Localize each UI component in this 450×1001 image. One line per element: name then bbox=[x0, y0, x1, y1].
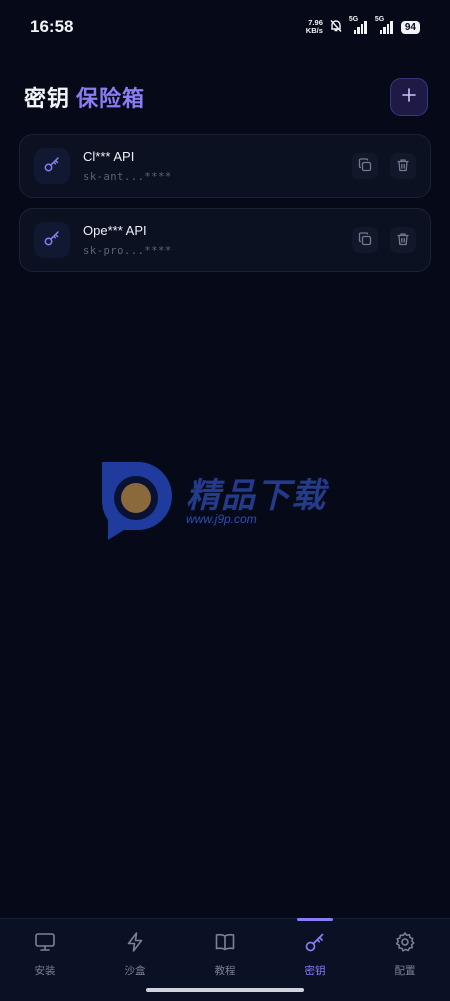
key-icon bbox=[43, 155, 61, 177]
key-actions bbox=[352, 227, 416, 253]
key-icon-box bbox=[34, 222, 70, 258]
nav-item-install[interactable]: 安装 bbox=[0, 919, 90, 1001]
key-name: Cl*** API bbox=[83, 149, 135, 164]
add-key-button[interactable] bbox=[390, 78, 428, 116]
key-info: Cl*** API sk-ant...**** bbox=[83, 149, 352, 183]
key-masked-value: sk-ant...**** bbox=[83, 171, 172, 183]
status-indicators: 7.96 KB/s 5G 5G 94 bbox=[306, 16, 420, 37]
page-title: 密钥 保险箱 bbox=[24, 81, 145, 113]
trash-icon bbox=[396, 231, 410, 250]
lightning-icon bbox=[124, 931, 146, 957]
key-card[interactable]: Cl*** API sk-ant...**** bbox=[19, 134, 431, 198]
delete-key-button[interactable] bbox=[390, 227, 416, 253]
signal-network-type: 5G bbox=[374, 16, 385, 23]
status-bar: 16:58 7.96 KB/s 5G 5G 94 bbox=[0, 0, 450, 54]
nav-label: 教程 bbox=[214, 965, 236, 977]
key-icon bbox=[304, 931, 326, 957]
book-icon bbox=[214, 931, 236, 957]
battery-level: 94 bbox=[400, 20, 420, 34]
watermark-text: 精品下载 bbox=[186, 476, 326, 516]
page-header: 密钥 保险箱 bbox=[24, 78, 428, 116]
nav-label: 配置 bbox=[394, 965, 416, 977]
nav-active-indicator bbox=[297, 918, 333, 921]
delete-key-button[interactable] bbox=[390, 153, 416, 179]
copy-key-button[interactable] bbox=[352, 227, 378, 253]
signal-network-type: 5G bbox=[348, 16, 359, 23]
key-actions bbox=[352, 153, 416, 179]
key-icon bbox=[43, 229, 61, 251]
key-name: Ope*** API bbox=[83, 223, 147, 238]
nav-label: 密钥 bbox=[304, 965, 326, 977]
nav-label: 沙盒 bbox=[124, 965, 146, 977]
copy-icon bbox=[358, 157, 372, 176]
nav-label: 安装 bbox=[34, 965, 56, 977]
watermark: 精品下载 www.j9p.com bbox=[98, 460, 358, 540]
plus-icon bbox=[401, 87, 417, 107]
trash-icon bbox=[396, 157, 410, 176]
monitor-icon bbox=[34, 931, 56, 957]
copy-icon bbox=[358, 231, 372, 250]
key-card[interactable]: Ope*** API sk-pro...**** bbox=[19, 208, 431, 272]
page-title-accent: 保险箱 bbox=[76, 87, 146, 112]
nav-item-config[interactable]: 配置 bbox=[360, 919, 450, 1001]
watermark-url: www.j9p.com bbox=[186, 512, 257, 526]
key-info: Ope*** API sk-pro...**** bbox=[83, 223, 352, 257]
home-indicator[interactable] bbox=[146, 988, 304, 992]
key-list: Cl*** API sk-ant...**** Ope*** API sk-pr… bbox=[19, 134, 431, 282]
page-title-primary: 密钥 bbox=[24, 87, 71, 112]
status-time: 16:58 bbox=[30, 17, 74, 36]
mute-bell-icon bbox=[329, 18, 343, 37]
gear-icon bbox=[394, 931, 416, 957]
key-masked-value: sk-pro...**** bbox=[83, 245, 172, 257]
network-speed-unit: KB/s bbox=[305, 26, 323, 35]
signal-strength-icon: 5G bbox=[349, 16, 369, 34]
key-icon-box bbox=[34, 148, 70, 184]
network-speed: 7.96 KB/s bbox=[306, 19, 323, 35]
copy-key-button[interactable] bbox=[352, 153, 378, 179]
signal-strength-icon: 5G bbox=[375, 16, 395, 34]
